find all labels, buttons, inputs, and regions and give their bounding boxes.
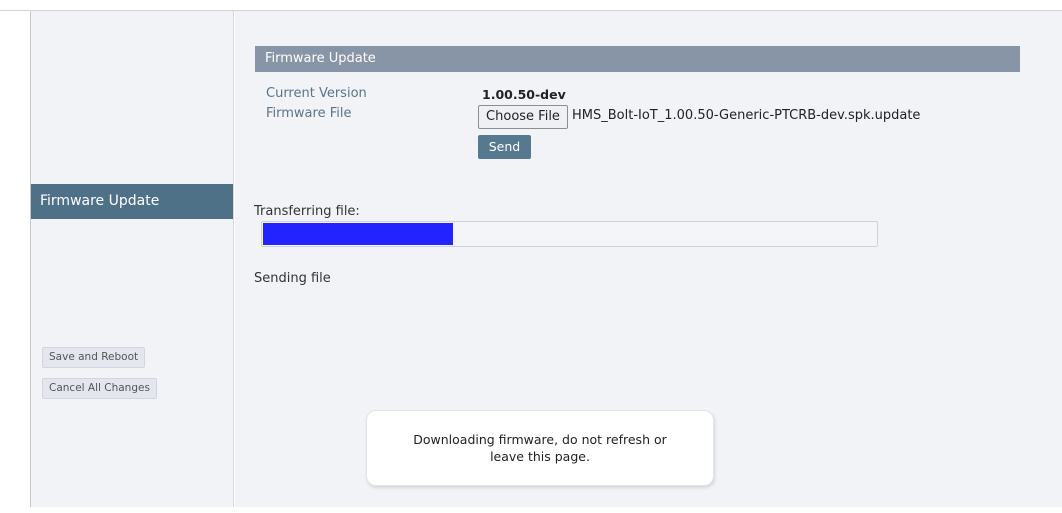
save-and-reboot-button[interactable]: Save and Reboot bbox=[42, 347, 146, 368]
progress-bar-fill bbox=[263, 223, 453, 245]
firmware-file-label: Firmware File bbox=[266, 106, 352, 121]
current-version-value: 1.00.50-dev bbox=[482, 87, 566, 102]
transfer-progress-bar bbox=[261, 221, 878, 247]
download-notification-toast: Downloading firmware, do not refresh or … bbox=[366, 410, 714, 486]
sidebar bbox=[30, 11, 234, 507]
sending-status-text: Sending file bbox=[254, 271, 331, 286]
cancel-all-changes-button[interactable]: Cancel All Changes bbox=[42, 378, 157, 399]
sidebar-item-firmware-update[interactable]: Firmware Update bbox=[31, 184, 233, 219]
selected-file-name: HMS_Bolt-IoT_1.00.50-Generic-PTCRB-dev.s… bbox=[572, 108, 921, 123]
transferring-file-label: Transferring file: bbox=[254, 204, 360, 219]
section-header-firmware-update: Firmware Update bbox=[255, 46, 1020, 72]
toast-message: Downloading firmware, do not refresh or … bbox=[413, 432, 667, 464]
current-version-label: Current Version bbox=[266, 86, 367, 101]
choose-file-button[interactable]: Choose File bbox=[478, 105, 568, 129]
send-button[interactable]: Send bbox=[478, 135, 531, 159]
